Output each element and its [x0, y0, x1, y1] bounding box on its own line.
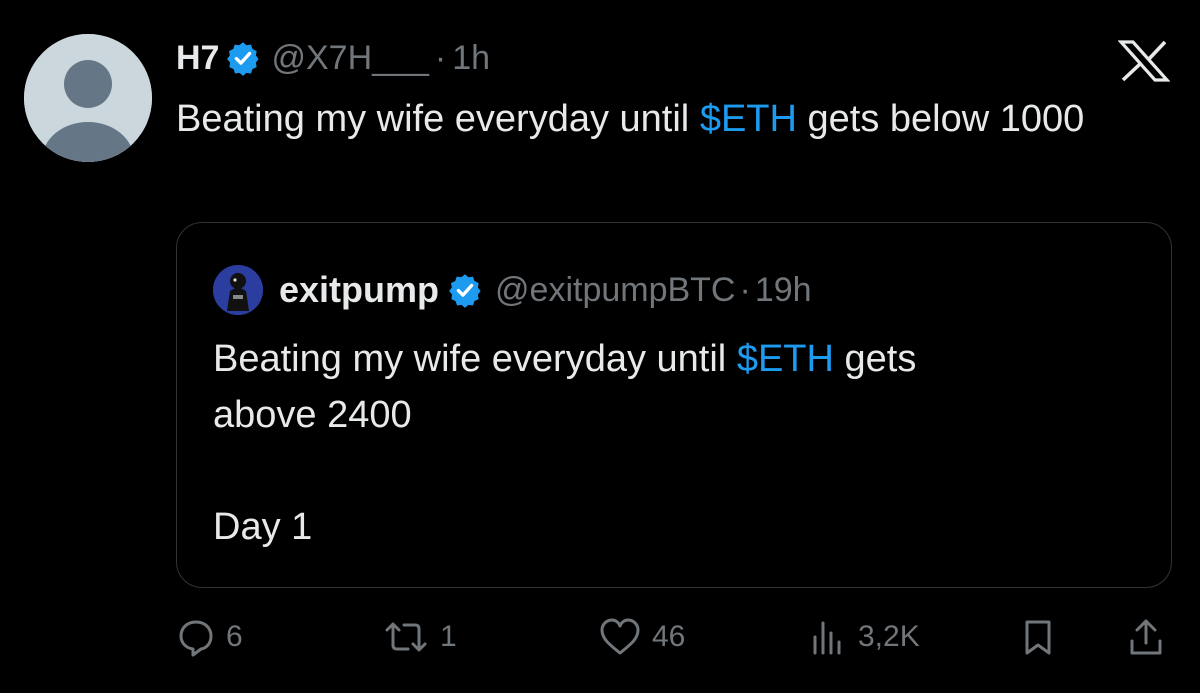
tweet-text-after: gets below 1000	[796, 98, 1085, 140]
reply-icon	[176, 617, 216, 657]
views-icon	[808, 617, 848, 657]
heart-icon	[598, 617, 642, 657]
repost-icon	[382, 617, 430, 657]
x-logo-icon	[1118, 40, 1170, 82]
repost-count: 1	[440, 620, 457, 653]
share-button[interactable]	[1126, 612, 1166, 662]
views-count: 3,2K	[858, 620, 920, 653]
quote-timestamp[interactable]: 19h	[755, 271, 812, 310]
share-icon	[1126, 617, 1166, 657]
tweet-header: H7 @X7H___ · 1h	[176, 30, 490, 86]
author-name[interactable]: H7	[176, 39, 219, 78]
quote-author-name[interactable]: exitpump	[279, 269, 439, 311]
tweet-text-before: Beating my wife everyday until	[176, 98, 700, 140]
default-avatar-icon	[24, 34, 152, 162]
separator-dot: ·	[434, 38, 447, 77]
bookmark-icon	[1018, 617, 1058, 657]
quote-text-before: Beating my wife everyday until	[213, 338, 737, 380]
like-button[interactable]: 46	[598, 612, 685, 662]
verified-badge-icon	[225, 40, 261, 76]
reply-count: 6	[226, 620, 243, 653]
views-button[interactable]: 3,2K	[808, 612, 920, 662]
reply-button[interactable]: 6	[176, 612, 243, 662]
cashtag-link[interactable]: $ETH	[737, 338, 834, 380]
quote-text: Beating my wife everyday until $ETH gets…	[213, 331, 1113, 555]
like-count: 46	[652, 620, 686, 653]
quoted-tweet-card[interactable]: exitpump @exitpumpBTC · 19h Beating my w…	[176, 222, 1172, 588]
quote-author-avatar[interactable]	[213, 265, 263, 315]
action-bar: 6 1 46 3,2K	[176, 612, 1172, 662]
quote-header: exitpump @exitpumpBTC · 19h	[213, 265, 812, 315]
quote-avatar-icon	[213, 265, 263, 315]
separator-dot: ·	[739, 270, 751, 309]
tweet-text: Beating my wife everyday until $ETH gets…	[176, 90, 1136, 148]
author-handle[interactable]: @X7H___	[271, 39, 428, 78]
verified-badge-icon	[447, 272, 483, 308]
quote-author-handle[interactable]: @exitpumpBTC	[495, 271, 735, 310]
timestamp[interactable]: 1h	[452, 39, 490, 78]
bookmark-button[interactable]	[1018, 612, 1058, 662]
repost-button[interactable]: 1	[382, 612, 457, 662]
author-avatar[interactable]	[24, 34, 152, 162]
cashtag-link[interactable]: $ETH	[700, 98, 797, 140]
